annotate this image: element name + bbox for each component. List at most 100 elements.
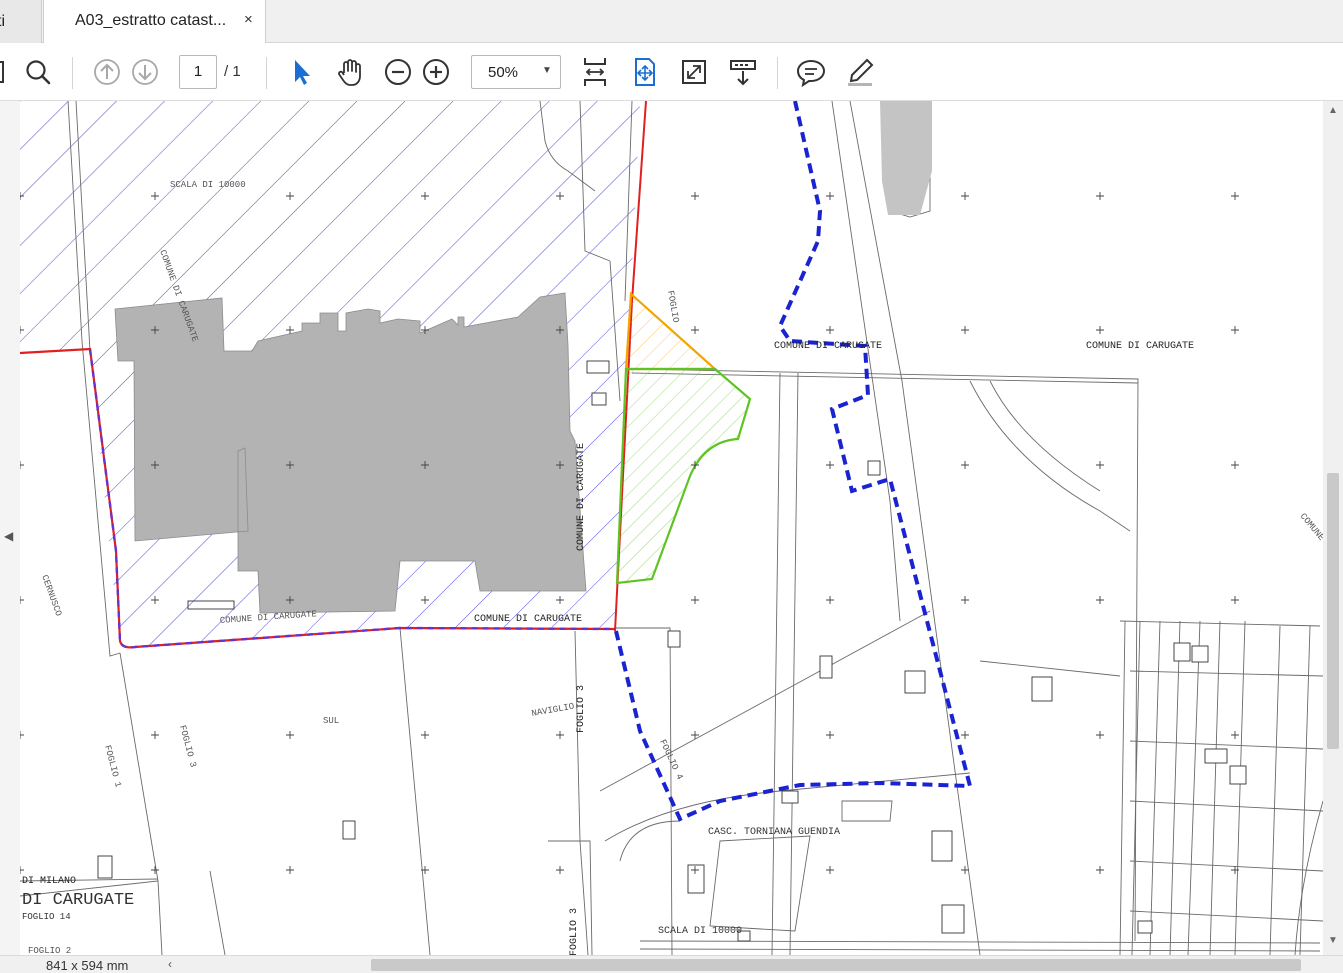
label-comune-top-mid: COMUNE DI CARUGATE	[774, 341, 882, 352]
horizontal-scrollbar[interactable]: ‹	[165, 956, 1343, 973]
toolbar-divider	[266, 57, 267, 89]
tab-bar: ti A03_estratto catast... ×	[0, 0, 1343, 44]
zoom-in-icon[interactable]	[421, 43, 451, 101]
fit-width-icon[interactable]	[580, 43, 610, 101]
chevron-left-icon[interactable]: ◀	[4, 529, 13, 543]
zoom-value: 50%	[488, 64, 519, 81]
grid-cross-mark	[961, 461, 969, 469]
vertical-scrollbar[interactable]: ▲ ▼	[1323, 101, 1343, 955]
toolbar: 1 / 1 50% ▼	[0, 43, 1343, 101]
page-total-label: / 1	[224, 63, 241, 80]
grid-cross-mark	[826, 866, 834, 874]
page-up-icon[interactable]	[92, 43, 122, 101]
grid-cross-mark	[691, 192, 699, 200]
grid-cross-mark	[20, 461, 24, 469]
grid-cross-mark	[1096, 461, 1104, 469]
tab-previous-document[interactable]: ti	[0, 0, 42, 43]
grid-cross-mark	[961, 192, 969, 200]
page-number-input[interactable]: 1	[179, 55, 217, 89]
toolbar-divider	[777, 57, 778, 89]
horizontal-scroll-thumb[interactable]	[371, 959, 1301, 971]
grid-cross-mark	[1096, 731, 1104, 739]
grid-cross-mark	[1231, 461, 1239, 469]
zoom-out-icon[interactable]	[383, 43, 413, 101]
label-di-carugate-large: DI CARUGATE	[22, 891, 134, 910]
pdf-viewer-window: ti A03_estratto catast... × 1 / 1	[0, 0, 1343, 973]
grid-cross-mark	[286, 866, 294, 874]
label-foglio-3c: FOGLIO 3	[569, 908, 580, 955]
scroll-down-icon[interactable]: ▼	[1328, 935, 1338, 946]
label-foglio-14: FOGLIO 14	[22, 912, 71, 922]
grid-cross-mark	[1231, 326, 1239, 334]
document-viewport[interactable]: ◀ SCALA DI 10000 COMUNE DI CARUGATE COMU…	[0, 101, 1343, 955]
grid-cross-mark	[20, 866, 24, 874]
label-foglio-3a: FOGLIO 3	[177, 724, 198, 768]
building-north	[880, 101, 932, 215]
chevron-down-icon: ▼	[542, 65, 552, 76]
grid-cross-mark	[1231, 596, 1239, 604]
label-di-milano: DI MILANO	[22, 876, 76, 887]
read-mode-icon[interactable]	[727, 43, 759, 101]
grid-cross-mark	[151, 866, 159, 874]
label-comune-vertical-center: COMUNE DI CARUGATE	[576, 443, 587, 551]
label-comune-bottom-mid: COMUNE DI CARUGATE	[474, 614, 582, 625]
select-arrow-icon[interactable]	[286, 43, 316, 101]
grid-cross-mark	[961, 326, 969, 334]
grid-cross-mark	[421, 731, 429, 739]
page-size-label: 841 x 594 mm	[46, 958, 129, 973]
grid-cross-mark	[1096, 326, 1104, 334]
grid-cross-mark	[1096, 192, 1104, 200]
grid-cross-mark	[961, 731, 969, 739]
label-foglio-2: FOGLIO 2	[28, 946, 71, 955]
comment-icon[interactable]	[795, 43, 827, 101]
grid-cross-mark	[151, 731, 159, 739]
close-icon[interactable]: ×	[244, 11, 253, 28]
chevron-left-icon[interactable]: ‹	[168, 957, 172, 971]
grid-cross-mark	[826, 192, 834, 200]
grid-cross-mark	[691, 596, 699, 604]
grid-cross-mark	[20, 596, 24, 604]
toolbar-divider	[72, 57, 73, 89]
label-cernusco: CERNUSCO	[39, 574, 63, 618]
grid-cross-mark	[1231, 192, 1239, 200]
fit-page-icon[interactable]	[630, 43, 660, 101]
tab-label: A03_estratto catast...	[75, 12, 227, 29]
tab-active-document[interactable]: A03_estratto catast... ×	[43, 0, 266, 44]
grid-cross-mark	[961, 596, 969, 604]
grid-cross-mark	[20, 731, 24, 739]
page-down-icon[interactable]	[130, 43, 160, 101]
label-foglio-top: FOGLIO	[665, 290, 680, 324]
cadastral-map: SCALA DI 10000 COMUNE DI CARUGATE COMUNE…	[20, 101, 1323, 955]
grid-cross-mark	[691, 326, 699, 334]
label-sul: SUL	[323, 716, 339, 726]
fullscreen-icon[interactable]	[679, 43, 709, 101]
highlight-pen-icon[interactable]	[844, 43, 876, 101]
scroll-up-icon[interactable]: ▲	[1328, 105, 1338, 116]
status-bar: 841 x 594 mm ‹	[0, 955, 1343, 973]
grid-cross-mark	[1096, 596, 1104, 604]
vertical-scroll-thumb[interactable]	[1327, 473, 1339, 749]
tab-label: ti	[0, 12, 5, 30]
grid-cross-mark	[826, 596, 834, 604]
label-comune-top-right: COMUNE DI CARUGATE	[1086, 341, 1194, 352]
grid-cross-mark	[1096, 866, 1104, 874]
grid-cross-mark	[1231, 731, 1239, 739]
hand-tool-icon[interactable]	[334, 43, 366, 101]
label-foglio-1: FOGLIO 1	[102, 744, 123, 788]
label-naviglio: NAVIGLIO	[531, 702, 575, 719]
search-icon[interactable]	[22, 43, 54, 101]
grid-cross-mark	[286, 731, 294, 739]
grid-cross-mark	[556, 731, 564, 739]
pdf-page: SCALA DI 10000 COMUNE DI CARUGATE COMUNE…	[20, 101, 1323, 955]
grid-cross-mark	[556, 866, 564, 874]
green-area	[615, 367, 752, 585]
label-scala-bottom: SCALA DI 10000	[658, 926, 742, 937]
grid-cross-mark	[826, 731, 834, 739]
grid-cross-mark	[826, 461, 834, 469]
label-foglio-3b: FOGLIO 3	[576, 685, 587, 733]
zoom-level-select[interactable]: 50% ▼	[471, 55, 561, 89]
label-scala-top: SCALA DI 10000	[170, 180, 246, 190]
label-comune-far-right: COMUNE	[1298, 512, 1323, 543]
label-cascina: CASC. TORNIANA GUENDIA	[708, 827, 840, 838]
panel-icon[interactable]	[0, 43, 8, 101]
